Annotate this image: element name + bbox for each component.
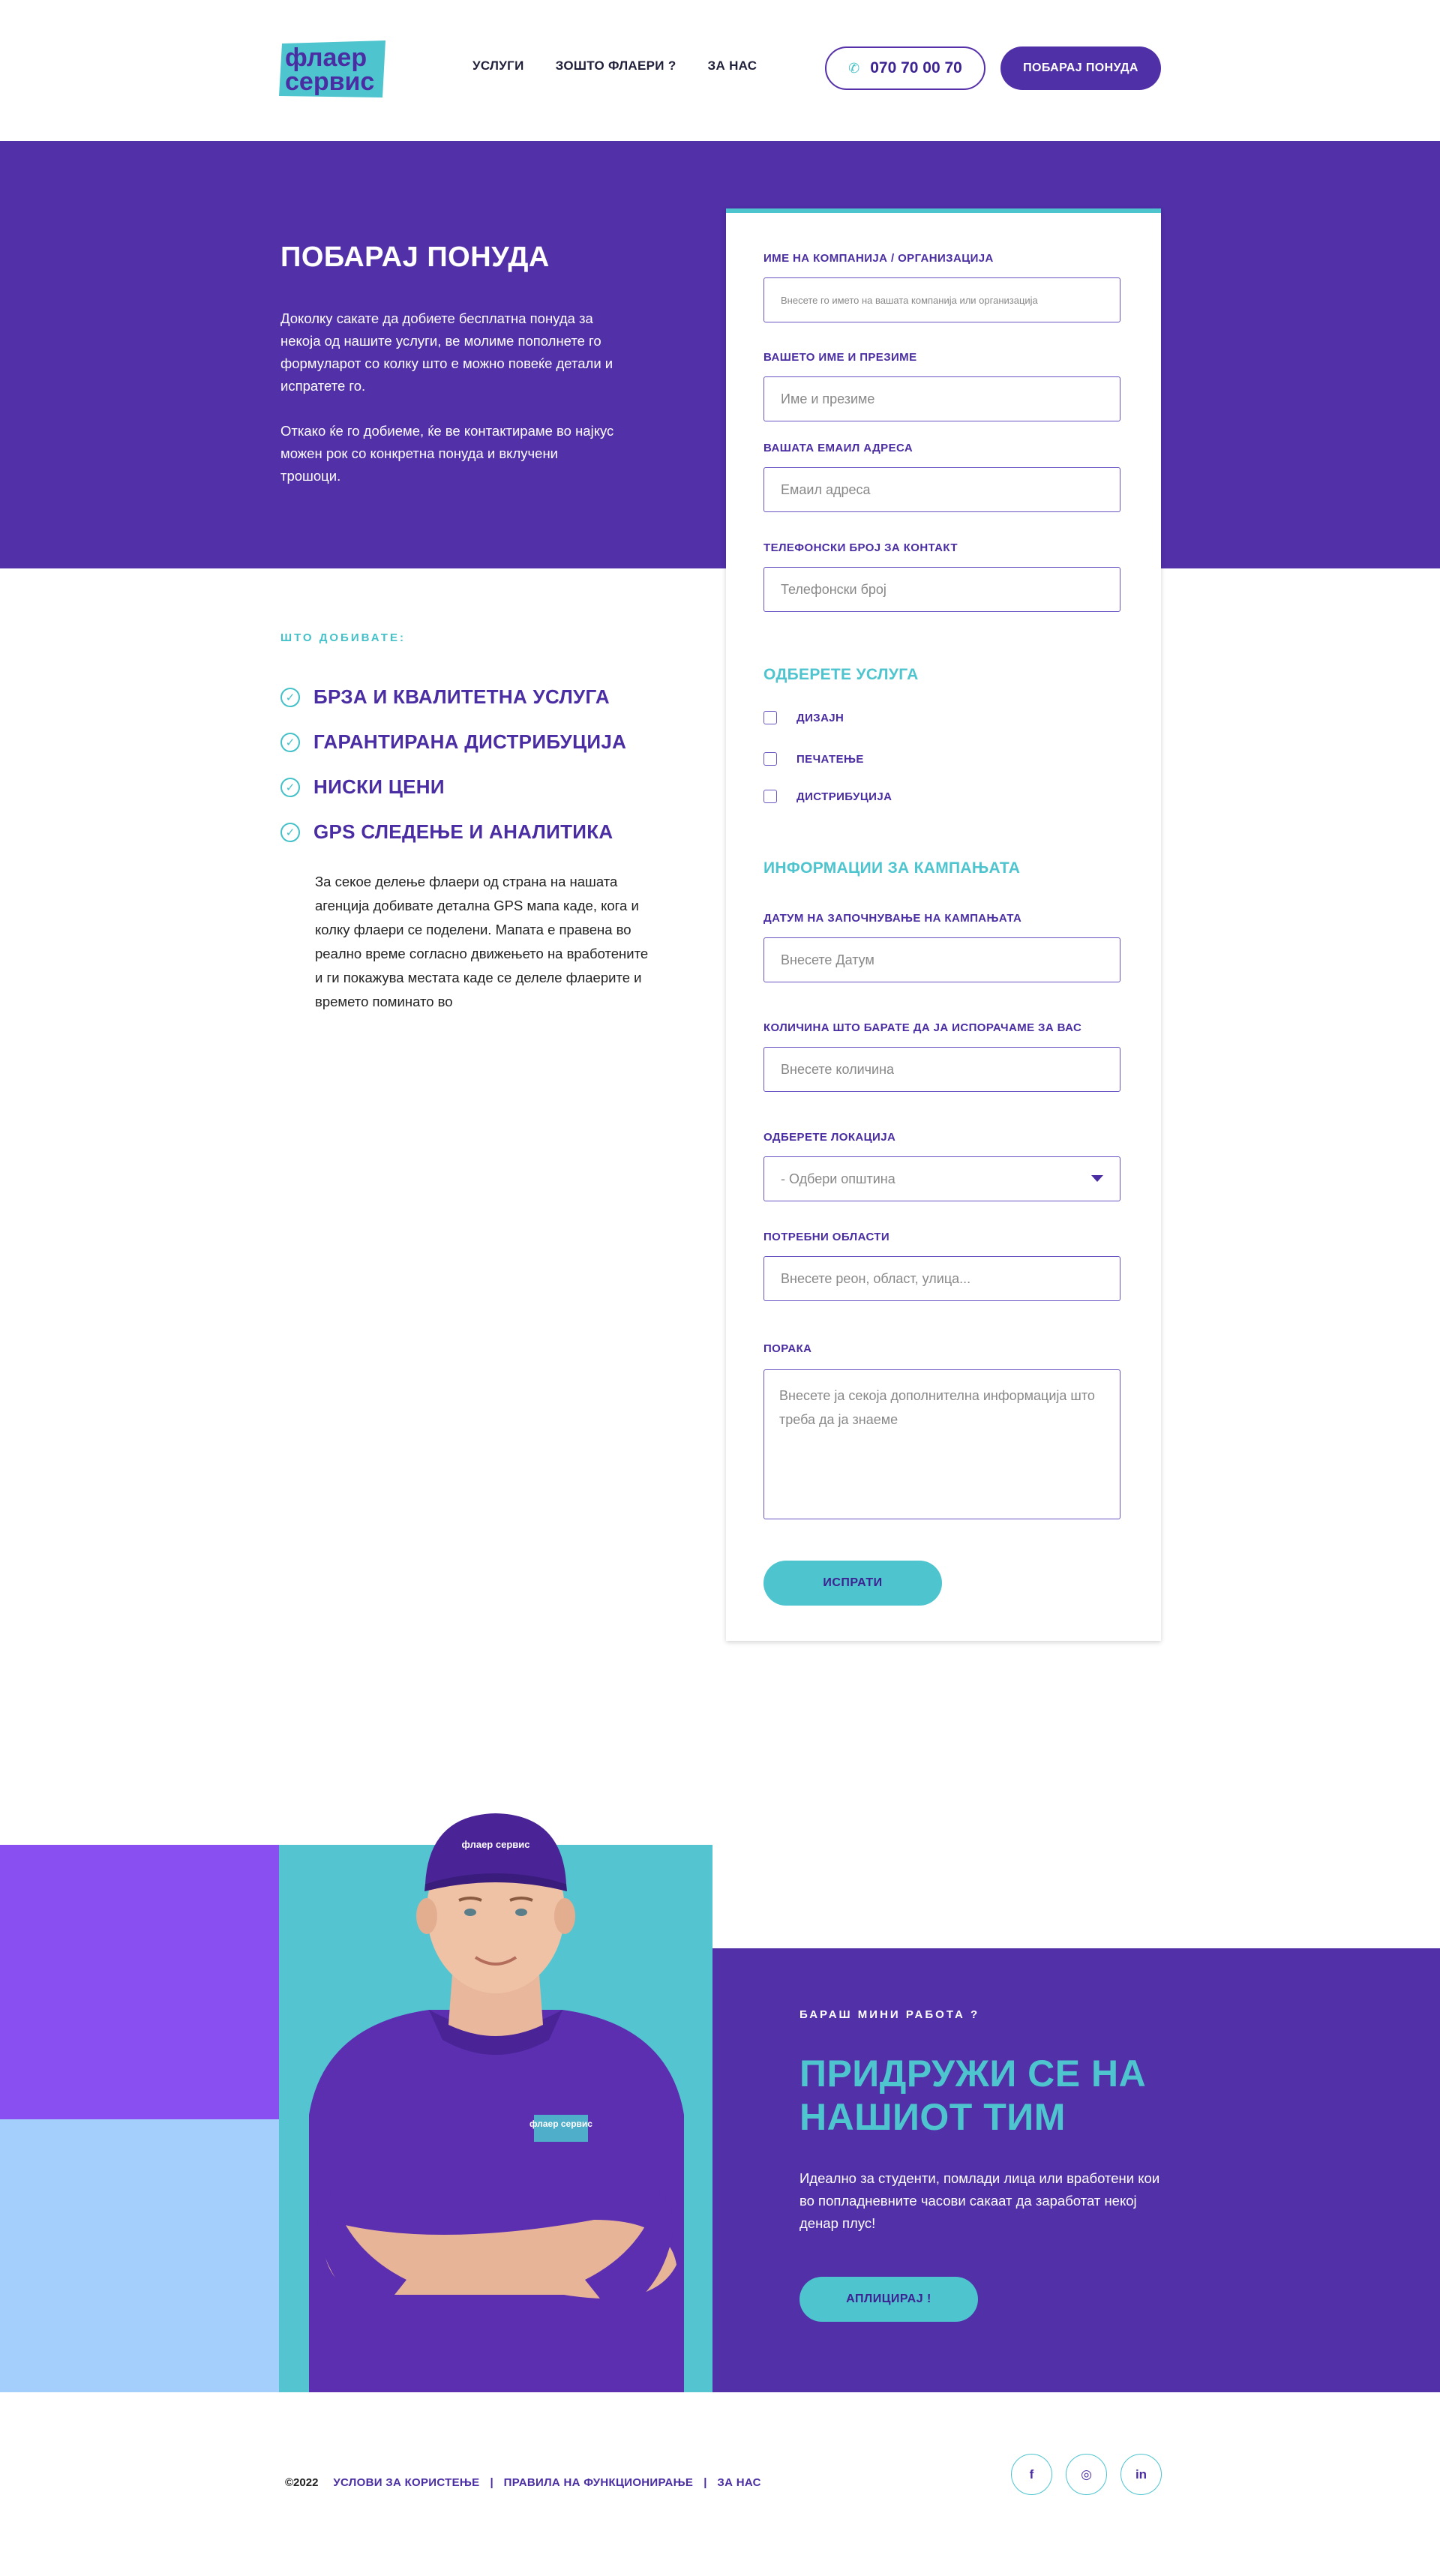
- location-selected-value: - Одбери општина: [781, 1171, 896, 1186]
- service-label: ПЕЧАТЕЊЕ: [796, 752, 864, 766]
- decor-block-lightblue: [0, 2119, 279, 2392]
- footer-link-terms[interactable]: УСЛОВИ ЗА КОРИСТЕЊЕ: [333, 2476, 479, 2489]
- phone-number: 070 70 00 70: [870, 59, 962, 76]
- divider: |: [490, 2476, 494, 2489]
- check-circle-icon: ✓: [280, 777, 300, 797]
- benefits-label: ШТО ДОБИВАТЕ:: [280, 631, 406, 644]
- footer-link-rules[interactable]: ПРАВИЛА НА ФУНКЦИОНИРАЊЕ: [504, 2476, 694, 2489]
- join-title: ПРИДРУЖИ СЕ НА НАШИОТ ТИМ: [800, 2053, 1147, 2138]
- benefit-item: ✓ НИСКИ ЦЕНИ: [280, 775, 445, 799]
- social-links: f ◎ in: [1011, 2454, 1162, 2495]
- benefit-item: ✓ БРЗА И КВАЛИТЕТНА УСЛУГА: [280, 685, 610, 709]
- campaign-heading: ИНФОРМАЦИИ ЗА КАМПАЊАТА: [764, 859, 1021, 877]
- quantity-label: КОЛИЧИНА ШТО БАРАТЕ ДА ЈА ИСПОРАЧАМЕ ЗА …: [764, 1021, 1082, 1034]
- nav-link-why-flyers[interactable]: ЗОШТО ФЛАЕРИ ?: [556, 58, 676, 73]
- nav-link-services[interactable]: УСЛУГИ: [472, 58, 524, 73]
- logo[interactable]: флаер сервис: [279, 37, 390, 99]
- service-option-distribution[interactable]: ДИСТРИБУЦИЈА: [764, 790, 892, 803]
- shirt-logo: флаер сервис: [530, 2119, 592, 2129]
- benefit-item: ✓ ГАРАНТИРАНА ДИСТРИБУЦИЈА: [280, 730, 626, 754]
- join-label: БАРАШ МИНИ РАБОТА ?: [800, 2008, 980, 2021]
- hero-followup-text: Откако ќе го добиеме, ќе ве контактираме…: [280, 423, 614, 484]
- join-text: Идеално за студенти, помлади лица или вр…: [800, 2170, 1160, 2231]
- apply-button[interactable]: АПЛИЦИРАЈ !: [800, 2277, 978, 2322]
- checkbox[interactable]: [764, 790, 777, 803]
- cap-logo: флаер сервис: [462, 1839, 530, 1850]
- team-member-photo: флаер сервис флаер сервис: [309, 1813, 684, 2392]
- date-input[interactable]: Внесете Датум: [764, 937, 1120, 982]
- check-circle-icon: ✓: [280, 822, 300, 842]
- quantity-input[interactable]: Внесете количина: [764, 1047, 1120, 1092]
- request-quote-button[interactable]: ПОБАРАЈ ПОНУДА: [1000, 46, 1161, 90]
- benefit-label: БРЗА И КВАЛИТЕТНА УСЛУГА: [314, 685, 610, 708]
- services-heading: ОДБЕРЕТЕ УСЛУГА: [764, 666, 919, 683]
- check-circle-icon: ✓: [280, 687, 300, 707]
- benefit-label: НИСКИ ЦЕНИ: [314, 775, 445, 798]
- decor-block-violet: [0, 1845, 279, 2119]
- company-input[interactable]: Внесете го името на вашата компанија или…: [764, 277, 1120, 322]
- copyright: ©2022: [285, 2476, 319, 2489]
- areas-label: ПОТРЕБНИ ОБЛАСТИ: [764, 1231, 890, 1243]
- footer-link-about[interactable]: ЗА НАС: [717, 2476, 760, 2489]
- footer-links: ©2022 УСЛОВИ ЗА КОРИСТЕЊЕ | ПРАВИЛА НА Ф…: [285, 2476, 761, 2489]
- email-input[interactable]: Емаил адреса: [764, 467, 1120, 512]
- hero-intro-text: Доколку сакате да добиете бесплатна пону…: [280, 310, 614, 394]
- benefit-label: GPS СЛЕДЕЊЕ И АНАЛИТИКА: [314, 820, 614, 843]
- main-nav: УСЛУГИ ЗОШТО ФЛАЕРИ ? ЗА НАС: [472, 58, 757, 73]
- phone-input[interactable]: Телефонски број: [764, 567, 1120, 612]
- svg-text:сервис: сервис: [285, 67, 374, 96]
- service-label: ДИЗАЈН: [796, 711, 844, 724]
- gps-description: За секое делење флаери од страна на наша…: [315, 874, 649, 1009]
- company-label: ИМЕ НА КОМПАНИЈА / ОРГАНИЗАЦИЈА: [764, 252, 994, 265]
- message-textarea[interactable]: Внесете ја секоја дополнителна информаци…: [764, 1369, 1120, 1519]
- service-label: ДИСТРИБУЦИЈА: [796, 790, 892, 803]
- message-label: ПОРАКА: [764, 1342, 812, 1355]
- name-label: ВАШЕТО ИМЕ И ПРЕЗИМЕ: [764, 351, 917, 364]
- nav-link-about[interactable]: ЗА НАС: [708, 58, 758, 73]
- dropdown-arrow-icon: [1091, 1175, 1103, 1182]
- service-option-design[interactable]: ДИЗАЈН: [764, 711, 844, 724]
- site-header: флаер сервис УСЛУГИ ЗОШТО ФЛАЕРИ ? ЗА НА…: [0, 0, 1440, 141]
- phone-icon: ✆: [848, 60, 860, 76]
- page-title: ПОБАРАЈ ПОНУДА: [280, 241, 550, 273]
- benefit-item: ✓ GPS СЛЕДЕЊЕ И АНАЛИТИКА: [280, 820, 614, 844]
- instagram-icon[interactable]: ◎: [1066, 2454, 1107, 2495]
- check-circle-icon: ✓: [280, 732, 300, 752]
- facebook-icon[interactable]: f: [1011, 2454, 1052, 2495]
- divider: |: [704, 2476, 707, 2489]
- date-label: ДАТУМ НА ЗАПОЧНУВАЊЕ НА КАМПАЊАТА: [764, 912, 1022, 925]
- service-option-printing[interactable]: ПЕЧАТЕЊЕ: [764, 752, 864, 766]
- hero-band: [0, 141, 1440, 568]
- quote-form: ИМЕ НА КОМПАНИЈА / ОРГАНИЗАЦИЈА Внесете …: [726, 208, 1161, 1641]
- phone-button[interactable]: ✆ 070 70 00 70: [825, 46, 986, 90]
- checkbox[interactable]: [764, 752, 777, 766]
- areas-input[interactable]: Внесете реон, област, улица...: [764, 1256, 1120, 1301]
- checkbox[interactable]: [764, 711, 777, 724]
- name-input[interactable]: Име и презиме: [764, 376, 1120, 421]
- submit-button[interactable]: ИСПРАТИ: [764, 1561, 942, 1606]
- linkedin-icon[interactable]: in: [1120, 2454, 1162, 2495]
- location-select[interactable]: - Одбери општина: [764, 1156, 1120, 1201]
- location-label: ОДБЕРЕТЕ ЛОКАЦИЈА: [764, 1131, 896, 1144]
- email-label: ВАШАТА ЕМАИЛ АДРЕСА: [764, 442, 914, 454]
- benefit-label: ГАРАНТИРАНА ДИСТРИБУЦИЈА: [314, 730, 627, 753]
- phone-label: ТЕЛЕФОНСКИ БРОЈ ЗА КОНТАКТ: [764, 541, 958, 554]
